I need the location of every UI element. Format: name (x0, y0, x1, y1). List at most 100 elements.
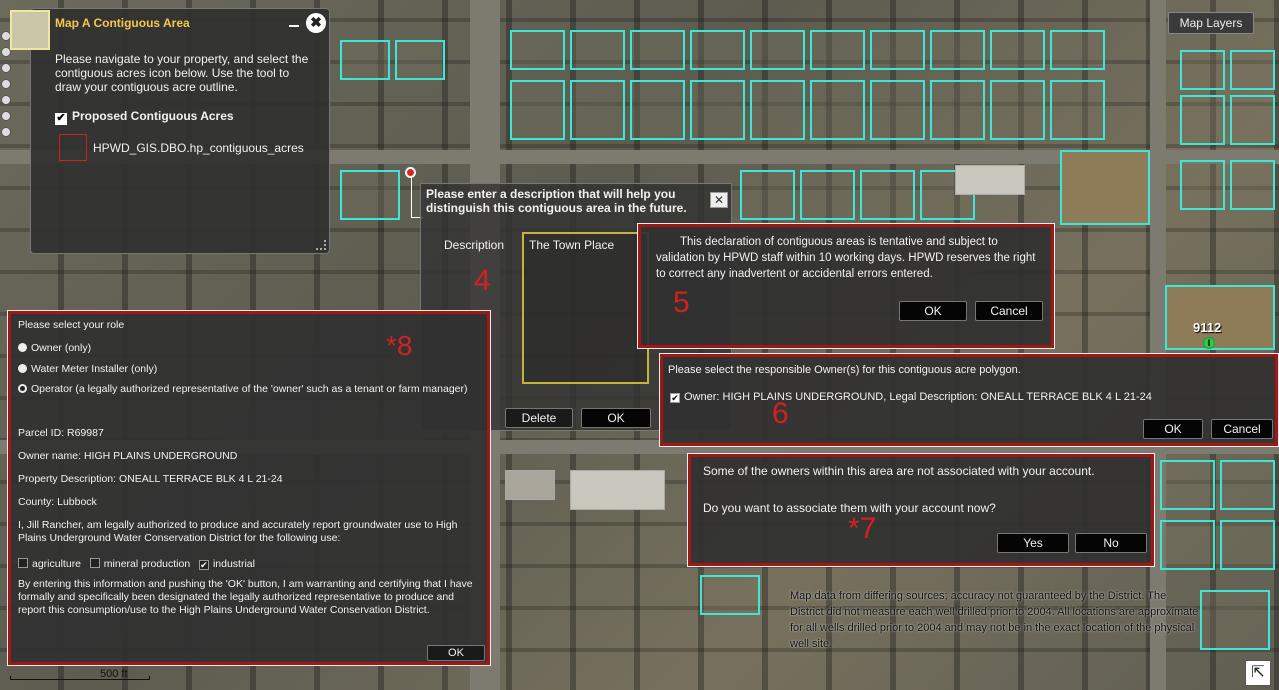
layer-checkbox[interactable]: ✔ (55, 113, 67, 125)
layer-name: HPWD_GIS.DBO.hp_contiguous_acres (93, 141, 304, 155)
parcel (930, 80, 985, 140)
close-icon[interactable]: ✖ (306, 13, 326, 33)
annotation-4: 4 (474, 264, 491, 297)
yes-button[interactable]: Yes (997, 533, 1069, 553)
parcel (810, 30, 865, 70)
role-panel: Please select your role Owner (only) Wat… (8, 311, 490, 665)
pan-icon[interactable] (1, 63, 11, 73)
parcel (870, 30, 925, 70)
close-icon[interactable]: ✕ (710, 192, 728, 208)
parcel (1050, 30, 1105, 70)
info-icon[interactable] (1, 111, 11, 121)
role-label: Owner (only) (31, 342, 92, 354)
owner-entry: Owner: HIGH PLAINS UNDERGROUND, Legal De… (684, 391, 1152, 403)
parcel (1230, 50, 1275, 90)
layer-toggle[interactable]: ✔ Proposed Contiguous Acres (55, 109, 234, 125)
measure-icon[interactable] (1, 95, 11, 105)
expand-icon[interactable]: ⇱ (1245, 660, 1271, 686)
annotation-6: 6 (772, 397, 789, 430)
parcel (750, 30, 805, 70)
ok-button[interactable]: OK (899, 301, 967, 321)
parcel (1230, 95, 1275, 145)
field-parcel (1165, 285, 1275, 350)
parcel (510, 30, 565, 70)
widget-instructions: Please navigate to your property, and se… (55, 52, 309, 94)
building (955, 165, 1025, 195)
county: County: Lubbock (18, 496, 97, 508)
role-option-owner[interactable]: Owner (only) (18, 342, 91, 355)
parcel (630, 30, 685, 70)
field-parcel (1060, 150, 1150, 225)
owner-option[interactable]: ✔ Owner: HIGH PLAINS UNDERGROUND, Legal D… (670, 391, 1152, 403)
parcel (630, 80, 685, 140)
layers-icon[interactable] (1, 127, 11, 137)
ok-button[interactable]: OK (581, 408, 651, 428)
associate-message: Some of the owners within this area are … (703, 464, 1095, 478)
owner-checkbox[interactable]: ✔ (670, 393, 680, 403)
parcel-id: Parcel ID: R69987 (18, 427, 104, 439)
associate-owners-panel: Some of the owners within this area are … (688, 454, 1154, 566)
use-options: agriculture mineral production ✔ industri… (18, 558, 255, 571)
role-label: Operator (a legally authorized represent… (31, 383, 468, 395)
map-layers-button[interactable]: Map Layers (1168, 12, 1254, 34)
parcel (510, 80, 565, 140)
ok-button[interactable]: OK (1143, 419, 1203, 439)
parcel (1160, 520, 1215, 570)
home-icon[interactable] (1, 79, 11, 89)
ok-button[interactable]: OK (427, 645, 485, 661)
draw-polygon-icon[interactable] (59, 134, 87, 161)
building (570, 470, 665, 510)
well-marker-icon[interactable]: I (1203, 337, 1215, 349)
role-option-operator[interactable]: Operator (a legally authorized represent… (18, 383, 468, 396)
role-heading: Please select your role (18, 319, 125, 331)
use-label: industrial (212, 558, 255, 570)
annotation-5: 5 (673, 286, 690, 319)
checkbox-industrial[interactable]: ✔ (198, 560, 209, 570)
cancel-button[interactable]: Cancel (1211, 419, 1273, 439)
checkbox-agriculture[interactable] (18, 558, 28, 568)
use-label: agriculture (32, 558, 82, 570)
widget-thumbnail-icon (10, 10, 50, 50)
scale-bar (10, 676, 150, 680)
road (1150, 0, 1166, 690)
property-description: Property Description: ONEALL TERRACE BLK… (18, 473, 283, 485)
well-label: 9112 (1193, 320, 1222, 335)
cancel-button[interactable]: Cancel (975, 301, 1043, 321)
parcel (570, 80, 625, 140)
resize-grip-icon[interactable] (316, 240, 326, 250)
parcel (1180, 160, 1225, 210)
map-disclaimer: Map data from differing sources; accurac… (790, 590, 1199, 650)
parcel (990, 80, 1045, 140)
parcel (1200, 590, 1270, 650)
map-toolbar[interactable] (0, 25, 12, 285)
use-label: mineral production (103, 558, 191, 570)
parcel (1220, 460, 1275, 510)
authorization-text: I, Jill Rancher, am legally authorized t… (18, 519, 458, 544)
delete-button[interactable]: Delete (505, 408, 573, 428)
parcel (860, 170, 915, 220)
parcel (810, 80, 865, 140)
role-option-installer[interactable]: Water Meter Installer (only) (18, 363, 157, 376)
parcel (870, 80, 925, 140)
widget-title: Map A Contiguous Area (55, 16, 190, 30)
radio-operator[interactable] (18, 384, 27, 393)
parcel (395, 40, 445, 80)
description-label: Description (444, 238, 505, 252)
certification-text: By entering this information and pushing… (18, 578, 473, 616)
no-button[interactable]: No (1075, 533, 1147, 553)
parcel (340, 40, 390, 80)
parcel (340, 170, 400, 220)
radio-owner[interactable] (18, 343, 27, 352)
radio-installer[interactable] (18, 364, 27, 373)
parcel (740, 170, 795, 220)
parcel (690, 30, 745, 70)
owners-heading: Please select the responsible Owner(s) f… (668, 364, 1021, 376)
role-label: Water Meter Installer (only) (31, 363, 158, 375)
description-input[interactable]: The Town Place (522, 232, 649, 384)
parcel (1180, 50, 1225, 90)
minimize-icon[interactable] (289, 17, 299, 27)
parcel (700, 575, 760, 615)
checkbox-mineral[interactable] (89, 558, 100, 568)
owner-selection-panel: Please select the responsible Owner(s) f… (660, 354, 1278, 446)
layer-title: Proposed Contiguous Acres (72, 109, 234, 123)
